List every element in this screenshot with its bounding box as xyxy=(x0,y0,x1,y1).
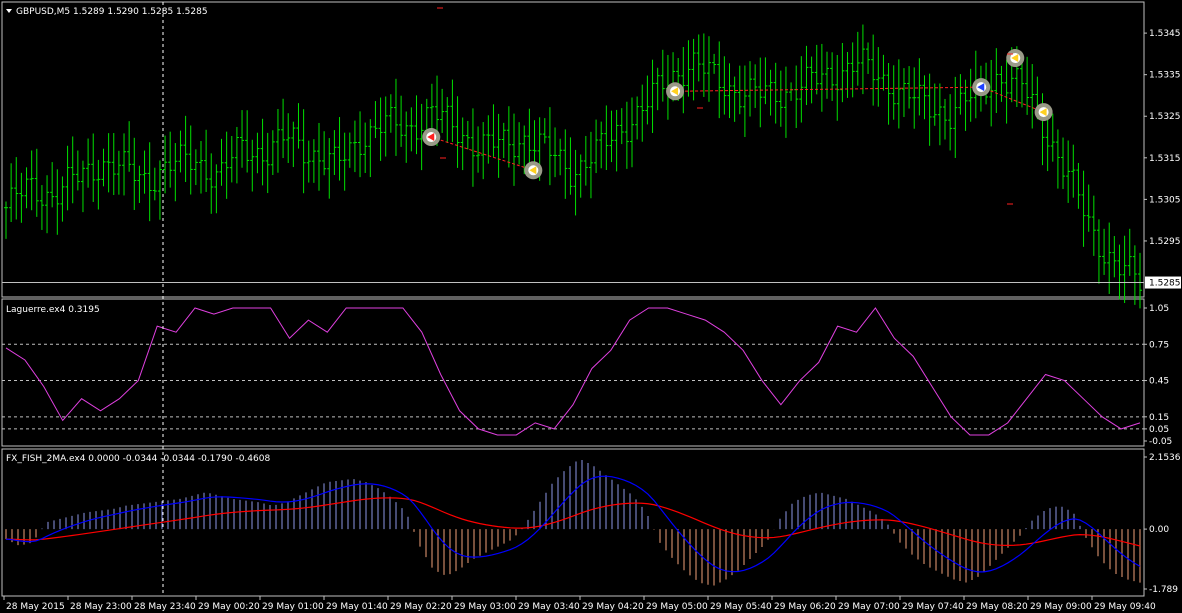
svg-text:1.5345: 1.5345 xyxy=(1149,29,1181,39)
y-axis-tick-label: 0.05 xyxy=(1144,425,1169,435)
y-axis-tick-label: 0.75 xyxy=(1144,340,1169,350)
signal-marker-icon xyxy=(666,82,685,101)
svg-text:29 May 09:00: 29 May 09:00 xyxy=(1030,602,1092,612)
trading-chart[interactable]: 1.5345 1.5335 1.5325 1.5315 1.5305 1.5295 1.52… xyxy=(0,0,1182,613)
x-axis-tick-label: 29 May 05:40 xyxy=(707,596,772,612)
x-axis-tick-label: 29 May 09:00 xyxy=(1027,596,1092,612)
svg-text:1.5315: 1.5315 xyxy=(1149,154,1181,164)
svg-text:-0.05: -0.05 xyxy=(1149,437,1172,447)
x-axis-tick-label: 29 May 01:00 xyxy=(259,596,324,612)
y-axis-tick-label: -0.05 xyxy=(1144,437,1172,447)
y-axis-tick-label: 1.5345 xyxy=(1144,29,1181,39)
svg-text:29 May 05:40: 29 May 05:40 xyxy=(710,602,772,612)
x-axis-tick-label: 29 May 02:20 xyxy=(387,596,452,612)
svg-text:29 May 03:40: 29 May 03:40 xyxy=(518,602,580,612)
symbol-header: GBPUSD,M5 1.5289 1.5290 1.5285 1.5285 xyxy=(16,7,208,17)
svg-text:29 May 05:00: 29 May 05:00 xyxy=(646,602,708,612)
svg-text:28 May 23:40: 28 May 23:40 xyxy=(134,602,196,612)
svg-text:29 May 04:20: 29 May 04:20 xyxy=(582,602,644,612)
x-axis-tick-label: 29 May 07:40 xyxy=(899,596,964,612)
price-panel[interactable] xyxy=(1,1,1145,298)
svg-text:1.5335: 1.5335 xyxy=(1149,71,1181,81)
svg-text:29 May 09:40: 29 May 09:40 xyxy=(1094,602,1156,612)
laguerre-header: Laguerre.ex4 0.3195 xyxy=(6,305,100,315)
svg-text:28 May 2015: 28 May 2015 xyxy=(6,602,65,612)
svg-text:29 May 07:00: 29 May 07:00 xyxy=(838,602,900,612)
signal-marker-icon xyxy=(422,128,441,147)
y-axis-tick-label: 1.05 xyxy=(1144,304,1169,314)
signal-marker-icon xyxy=(524,161,543,180)
y-axis-tick-label: 1.5315 xyxy=(1144,154,1181,164)
signal-marker-icon xyxy=(972,78,991,97)
svg-text:29 May 00:20: 29 May 00:20 xyxy=(198,602,260,612)
y-axis-tick-label: 1.5285 xyxy=(1145,276,1181,289)
laguerre-panel[interactable] xyxy=(1,298,1145,447)
x-axis-tick-label: 29 May 08:20 xyxy=(963,596,1028,612)
svg-text:0.15: 0.15 xyxy=(1149,413,1169,423)
svg-text:0.45: 0.45 xyxy=(1149,377,1169,387)
x-axis-tick-label: 29 May 00:20 xyxy=(195,596,260,612)
svg-text:0.75: 0.75 xyxy=(1149,340,1169,350)
x-axis-tick-label: 29 May 04:20 xyxy=(579,596,644,612)
svg-text:29 May 06:20: 29 May 06:20 xyxy=(774,602,836,612)
x-axis-labels: 28 May 2015 28 May 23:00 28 May 23:40 29 Ma… xyxy=(3,596,1156,612)
svg-text:29 May 01:40: 29 May 01:40 xyxy=(326,602,388,612)
fisher-header: FX_FISH_2MA.ex4 0.0000 -0.0344 -0.0344 -… xyxy=(6,454,270,464)
svg-text:1.5295: 1.5295 xyxy=(1149,237,1181,247)
svg-text:0.00: 0.00 xyxy=(1149,525,1169,535)
svg-text:2.1536: 2.1536 xyxy=(1149,453,1181,463)
y-axis-tick-label: 1.5295 xyxy=(1144,237,1181,247)
y-axis-tick-label: 2.1536 xyxy=(1144,453,1181,463)
x-axis-tick-label: 29 May 07:00 xyxy=(835,596,900,612)
x-axis-tick-label: 28 May 2015 xyxy=(3,596,65,612)
svg-text:29 May 01:00: 29 May 01:00 xyxy=(262,602,324,612)
svg-text:1.5325: 1.5325 xyxy=(1149,112,1181,122)
svg-text:0.05: 0.05 xyxy=(1149,425,1169,435)
x-axis-tick-label: 29 May 09:40 xyxy=(1091,596,1156,612)
x-axis-tick-label: 28 May 23:40 xyxy=(131,596,196,612)
y-axis-tick-label: 1.5335 xyxy=(1144,71,1181,81)
svg-text:29 May 03:00: 29 May 03:00 xyxy=(454,602,516,612)
y-axis-tick-label: 0.45 xyxy=(1144,377,1169,387)
svg-text:1.5285: 1.5285 xyxy=(1149,279,1181,289)
fisher-panel[interactable] xyxy=(1,448,1145,597)
x-axis-tick-label: 29 May 06:20 xyxy=(771,596,836,612)
signal-marker-icon xyxy=(1034,103,1053,122)
svg-text:29 May 07:40: 29 May 07:40 xyxy=(902,602,964,612)
x-axis-tick-label: 29 May 03:00 xyxy=(451,596,516,612)
y-axis-tick-label: 1.5305 xyxy=(1144,195,1181,205)
y-axis-tick-label: 0.00 xyxy=(1144,525,1169,535)
svg-text:-1.789: -1.789 xyxy=(1149,585,1178,595)
svg-text:29 May 08:20: 29 May 08:20 xyxy=(966,602,1028,612)
signal-marker-icon xyxy=(1006,49,1025,68)
x-axis-tick-label: 28 May 23:00 xyxy=(67,596,132,612)
y-axis-labels: 1.5345 1.5335 1.5325 1.5315 1.5305 1.5295 1.52… xyxy=(1144,29,1181,595)
x-axis-tick-label: 29 May 01:40 xyxy=(323,596,388,612)
y-axis-tick-label: 1.5325 xyxy=(1144,112,1181,122)
y-axis-tick-label: -1.789 xyxy=(1144,585,1178,595)
y-axis-tick-label: 0.15 xyxy=(1144,413,1169,423)
svg-text:28 May 23:00: 28 May 23:00 xyxy=(70,602,132,612)
svg-text:1.05: 1.05 xyxy=(1149,304,1169,314)
svg-text:1.5305: 1.5305 xyxy=(1149,195,1181,205)
x-axis-tick-label: 29 May 03:40 xyxy=(515,596,580,612)
svg-text:29 May 02:20: 29 May 02:20 xyxy=(390,602,452,612)
x-axis-tick-label: 29 May 05:00 xyxy=(643,596,708,612)
